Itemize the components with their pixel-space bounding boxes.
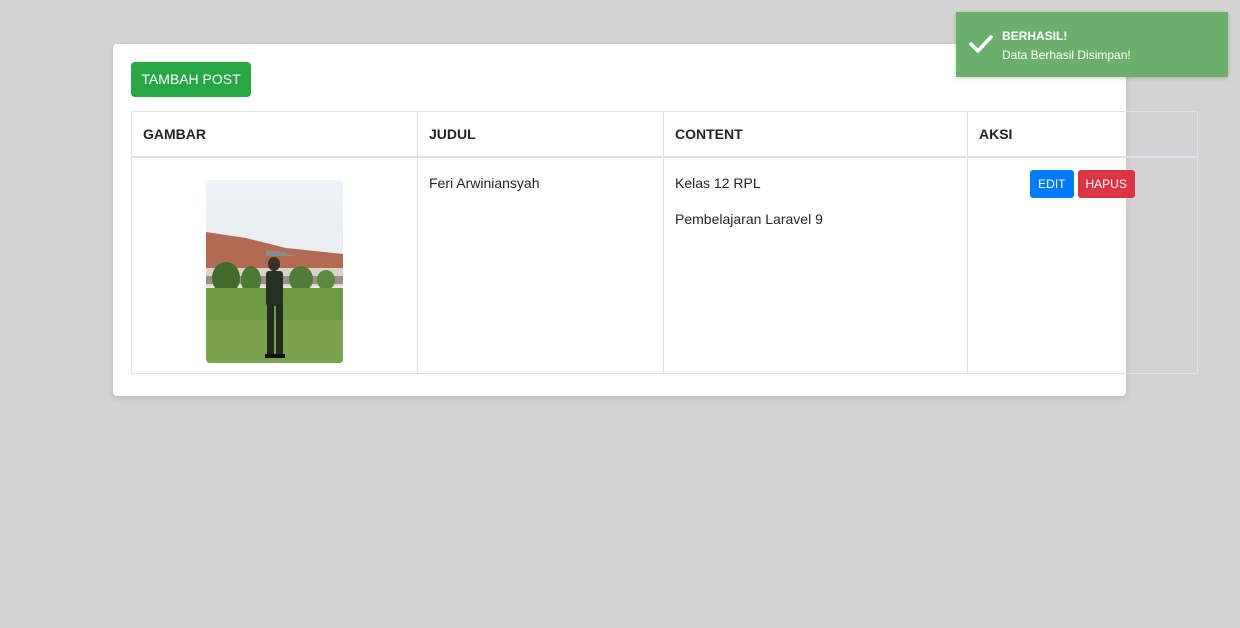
delete-button[interactable]: HAPUS: [1077, 170, 1135, 198]
check-icon: [969, 34, 993, 54]
action-buttons: EDIT HAPUS: [1030, 170, 1135, 198]
header-content: CONTENT: [663, 111, 968, 158]
gambar-cell: [131, 156, 418, 374]
post-title: Feri Arwiniansyah: [429, 175, 540, 191]
success-toast[interactable]: BERHASIL! Data Berhasil Disimpan!: [956, 12, 1228, 77]
toast-message: Data Berhasil Disimpan!: [1002, 48, 1131, 62]
aksi-cell: EDIT HAPUS: [967, 156, 1198, 374]
table-row: Feri Arwiniansyah Kelas 12 RPL Pembelaja…: [131, 156, 1198, 374]
post-image: [206, 180, 343, 363]
header-gambar: GAMBAR: [131, 111, 418, 158]
content-cell: Kelas 12 RPL Pembelajaran Laravel 9: [663, 156, 968, 374]
posts-table: GAMBAR JUDUL CONTENT AKSI Feri Arwinians…: [131, 111, 1198, 374]
post-card: TAMBAH POST GAMBAR JUDUL CONTENT AKSI Fe…: [113, 44, 1198, 396]
table-header-row: GAMBAR JUDUL CONTENT AKSI: [131, 111, 1198, 158]
toast-title: BERHASIL!: [1002, 29, 1068, 43]
header-aksi: AKSI: [967, 111, 1198, 158]
add-post-button[interactable]: TAMBAH POST: [131, 62, 251, 97]
post-content-line: Pembelajaran Laravel 9: [675, 211, 823, 227]
judul-cell: Feri Arwiniansyah: [417, 156, 664, 374]
edit-button[interactable]: EDIT: [1030, 170, 1074, 198]
post-content-line: Kelas 12 RPL: [675, 175, 761, 191]
header-judul: JUDUL: [417, 111, 664, 158]
